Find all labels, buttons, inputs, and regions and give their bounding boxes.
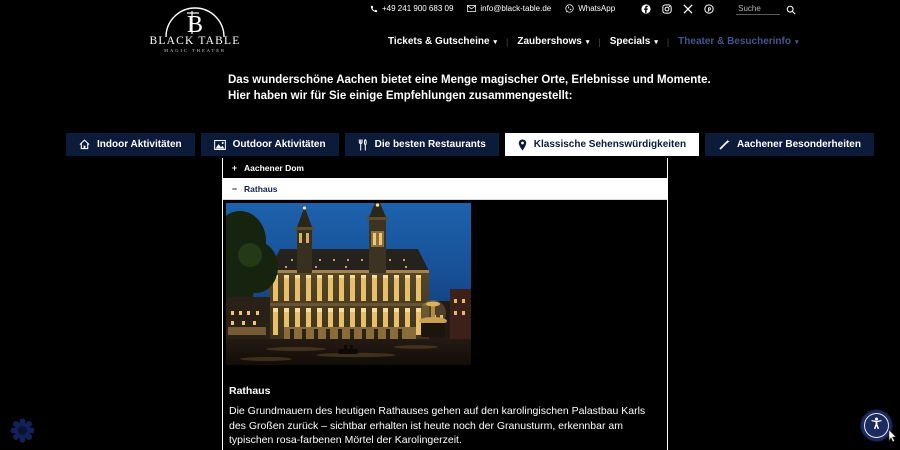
whatsapp-link[interactable]: WhatsApp — [565, 4, 615, 13]
svg-text:B: B — [187, 12, 203, 37]
map-pin-icon — [518, 139, 527, 151]
mouse-cursor — [888, 429, 897, 447]
magic-wand-icon — [718, 139, 730, 151]
phone-icon — [370, 5, 378, 13]
tab-label: Die besten Restaurants — [375, 139, 486, 150]
instagram-icon[interactable] — [662, 4, 672, 14]
utility-bar: +49 241 900 683 09 info@black-table.de W… — [370, 2, 796, 15]
intro-line-1: Das wunderschöne Aachen bietet eine Meng… — [228, 73, 711, 89]
nav-item-theater-besucherinfo[interactable]: Theater & Besucherinfo ▾ — [678, 36, 798, 47]
logo-title: BLACK TABLE — [148, 35, 242, 47]
nav-separator: | — [667, 37, 669, 47]
nav-item-tickets[interactable]: Tickets & Gutscheine ▾ — [388, 36, 497, 47]
intro-text: Das wunderschöne Aachen bietet eine Meng… — [228, 73, 711, 104]
nav-item-zaubershows[interactable]: Zaubershows ▾ — [517, 36, 589, 47]
tab-klassische-sehenswuerdigkeiten[interactable]: Klassische Sehenswürdigkeiten — [505, 133, 699, 156]
facebook-icon[interactable] — [641, 4, 651, 14]
restaurant-icon — [358, 139, 368, 151]
accordion-item-rathaus[interactable]: − Rathaus — [223, 179, 667, 200]
accordion-label: Rathaus — [244, 184, 278, 194]
chevron-down-icon: ▾ — [586, 38, 590, 46]
sights-accordion: + Aachener Dom − Rathaus — [222, 158, 668, 450]
rathaus-night-photo — [226, 203, 661, 370]
page: B BLACK TABLE MAGIC THEATER +49 241 900 … — [0, 0, 900, 450]
site-logo[interactable]: B BLACK TABLE MAGIC THEATER — [148, 3, 242, 53]
nav-item-specials[interactable]: Specials ▾ — [610, 36, 658, 47]
search-area — [736, 3, 796, 15]
phone-number: +49 241 900 683 09 — [382, 4, 453, 13]
outdoor-icon — [214, 140, 226, 150]
accordion-panel-rathaus: Rathaus Die Grundmauern des heutigen Rat… — [223, 200, 667, 450]
whatsapp-icon — [565, 4, 574, 13]
pinterest-icon[interactable] — [704, 4, 714, 14]
accordion-item-aachener-dom[interactable]: + Aachener Dom — [223, 158, 667, 179]
article-paragraph-1: Die Grundmauern des heutigen Rathauses g… — [229, 404, 661, 448]
tab-die-besten-restaurants[interactable]: Die besten Restaurants — [345, 133, 499, 156]
chevron-down-icon: ▾ — [654, 38, 658, 46]
x-twitter-icon[interactable] — [683, 4, 693, 14]
cookie-settings-button[interactable] — [9, 417, 36, 444]
activity-tabs: Indoor Aktivitäten Outdoor Aktivitäten D… — [66, 133, 874, 156]
plus-icon: + — [231, 163, 238, 173]
chevron-down-icon: ▾ — [494, 38, 498, 46]
search-icon[interactable] — [786, 5, 796, 15]
whatsapp-label: WhatsApp — [578, 4, 615, 13]
accessibility-ring — [864, 413, 889, 438]
accordion-label: Aachener Dom — [244, 163, 304, 173]
search-input[interactable] — [736, 3, 780, 15]
intro-line-2: Hier haben wir für Sie einige Empfehlung… — [228, 89, 711, 105]
nav-label: Specials — [610, 36, 651, 47]
nav-separator: | — [598, 37, 600, 47]
tab-label: Aachener Besonderheiten — [737, 139, 861, 150]
article-heading: Rathaus — [229, 385, 655, 397]
tab-label: Outdoor Aktivitäten — [233, 139, 326, 150]
chevron-down-icon: ▾ — [795, 38, 799, 46]
logo-subtitle: MAGIC THEATER — [148, 48, 242, 53]
rathaus-article: Rathaus Die Grundmauern des heutigen Rat… — [226, 385, 661, 450]
tab-aachener-besonderheiten[interactable]: Aachener Besonderheiten — [705, 133, 874, 156]
email-link[interactable]: info@black-table.de — [467, 4, 551, 13]
tab-label: Klassische Sehenswürdigkeiten — [534, 139, 686, 150]
tab-indoor-aktivitaeten[interactable]: Indoor Aktivitäten — [66, 133, 195, 156]
social-links — [641, 4, 714, 14]
logo-arch-icon: B — [148, 3, 242, 37]
minus-icon: − — [231, 184, 238, 194]
tab-label: Indoor Aktivitäten — [97, 139, 182, 150]
envelope-icon — [467, 5, 476, 12]
tab-outdoor-aktivitaeten[interactable]: Outdoor Aktivitäten — [201, 133, 339, 156]
nav-separator: | — [506, 37, 508, 47]
nav-label: Zaubershows — [517, 36, 581, 47]
nav-label: Tickets & Gutscheine — [388, 36, 490, 47]
main-navigation: Tickets & Gutscheine ▾ | Zaubershows ▾ |… — [388, 36, 799, 47]
email-address: info@black-table.de — [480, 4, 551, 13]
house-icon — [79, 139, 90, 150]
nav-label: Theater & Besucherinfo — [678, 36, 791, 47]
phone-link[interactable]: +49 241 900 683 09 — [370, 4, 453, 13]
